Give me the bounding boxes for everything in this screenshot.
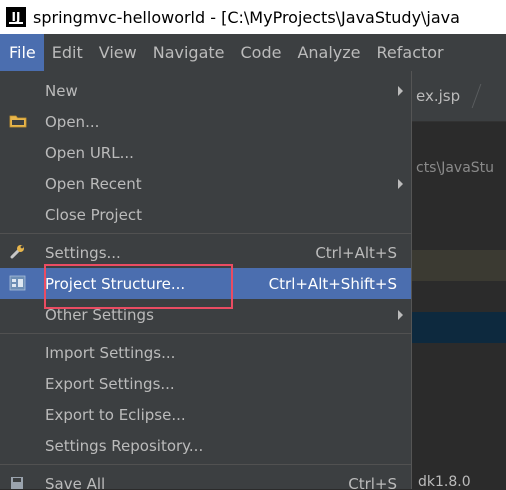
menu-analyze[interactable]: Analyze	[289, 34, 368, 71]
file-menu-dropdown: New Open... Open URL... Open Recent Clos…	[0, 71, 412, 489]
menu-view-label: View	[98, 43, 137, 62]
menu-item-close-project[interactable]: Close Project	[0, 199, 411, 230]
menu-navigate-label: Navigate	[152, 43, 225, 62]
menu-item-import-settings[interactable]: Import Settings...	[0, 337, 411, 368]
menu-edit-label: Edit	[51, 43, 83, 62]
menu-refactor[interactable]: Refactor	[369, 34, 452, 71]
menu-item-project-structure[interactable]: Project Structure... Ctrl+Alt+Shift+S	[0, 268, 411, 299]
menu-separator	[0, 233, 411, 234]
editor-selected-line	[412, 312, 506, 343]
menu-item-other-settings-label: Other Settings	[45, 305, 154, 324]
menu-file[interactable]: File	[0, 34, 44, 71]
menu-item-open-recent-label: Open Recent	[45, 174, 142, 193]
menu-item-save-all-label: Save All	[45, 474, 106, 490]
submenu-arrow-icon	[398, 309, 403, 320]
menu-separator	[0, 333, 411, 334]
editor-highlight-line	[412, 250, 506, 281]
submenu-arrow-icon	[398, 85, 403, 96]
menu-item-settings[interactable]: Settings... Ctrl+Alt+S	[0, 237, 411, 268]
editor-tab-label[interactable]: ex.jsp	[416, 87, 460, 105]
menu-file-label: File	[9, 43, 36, 62]
menu-item-export-settings[interactable]: Export Settings...	[0, 368, 411, 399]
menu-item-other-settings[interactable]: Other Settings	[0, 299, 411, 330]
submenu-arrow-icon	[398, 178, 403, 189]
menu-item-project-structure-shortcut: Ctrl+Alt+Shift+S	[268, 274, 397, 293]
menu-item-export-settings-label: Export Settings...	[45, 374, 175, 393]
intellij-app-icon: IJ	[6, 7, 26, 27]
editor-path-text: cts\JavaStu	[416, 160, 495, 176]
menu-analyze-label: Analyze	[297, 43, 361, 62]
window-title-bar: IJ springmvc-helloworld - [C:\MyProjects…	[0, 0, 506, 34]
menu-refactor-label: Refactor	[376, 43, 444, 62]
menu-item-settings-shortcut: Ctrl+Alt+S	[315, 243, 397, 262]
menu-code[interactable]: Code	[233, 34, 290, 71]
menu-code-label: Code	[240, 43, 282, 62]
menu-item-open-recent[interactable]: Open Recent	[0, 168, 411, 199]
save-all-icon	[11, 477, 23, 489]
menu-item-export-eclipse-label: Export to Eclipse...	[45, 405, 186, 424]
menu-item-save-all[interactable]: Save All Ctrl+S	[0, 468, 411, 489]
menu-item-save-all-shortcut: Ctrl+S	[348, 474, 397, 490]
menu-item-open-url[interactable]: Open URL...	[0, 137, 411, 168]
menu-item-import-settings-label: Import Settings...	[45, 343, 176, 362]
menu-item-new-label: New	[45, 81, 78, 100]
wrench-icon	[10, 245, 24, 259]
menu-edit[interactable]: Edit	[44, 34, 91, 71]
menu-item-project-structure-label: Project Structure...	[45, 274, 186, 293]
menu-item-export-eclipse[interactable]: Export to Eclipse...	[0, 399, 411, 430]
window-title: springmvc-helloworld - [C:\MyProjects\Ja…	[33, 7, 460, 27]
menu-item-open-label: Open...	[45, 112, 100, 131]
menu-navigate[interactable]: Navigate	[145, 34, 233, 71]
menu-item-settings-repository[interactable]: Settings Repository...	[0, 430, 411, 461]
menu-item-open-url-label: Open URL...	[45, 143, 134, 162]
menu-item-open[interactable]: Open...	[0, 106, 411, 137]
menu-separator	[0, 464, 411, 465]
menu-item-settings-label: Settings...	[45, 243, 121, 262]
folder-icon	[9, 115, 27, 128]
menu-item-settings-repository-label: Settings Repository...	[45, 436, 204, 455]
menu-view[interactable]: View	[91, 34, 145, 71]
menu-bar: File Edit View Navigate Code Analyze Ref…	[0, 34, 506, 71]
editor-bottom-text: dk1.8.0	[418, 474, 471, 490]
project-structure-icon	[9, 275, 26, 291]
menu-item-new[interactable]: New	[0, 75, 411, 106]
menu-item-close-project-label: Close Project	[45, 205, 142, 224]
